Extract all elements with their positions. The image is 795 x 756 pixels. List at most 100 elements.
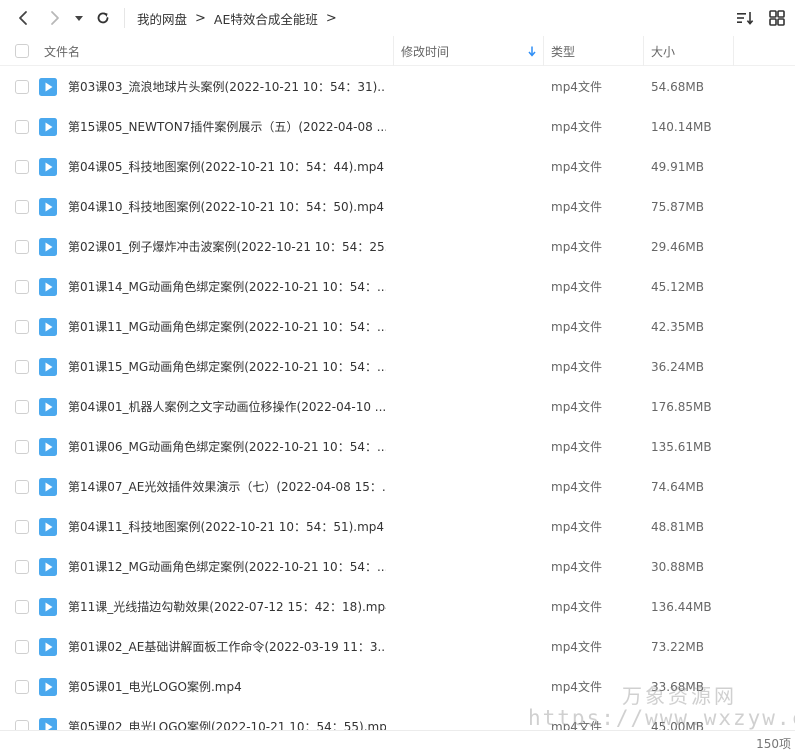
sort-button[interactable] (733, 6, 757, 30)
file-name[interactable]: 第04课10_科技地图案例(2022-10-21 10：54：50).mp4 (68, 187, 386, 227)
file-size: 135.61MB (651, 440, 712, 454)
video-file-icon (39, 78, 57, 96)
file-row[interactable]: 第14课07_AE光效插件效果演示（七）(2022-04-08 15：... mp… (0, 467, 795, 507)
file-name[interactable]: 第04课11_科技地图案例(2022-10-21 10：54：51).mp4 (68, 507, 386, 547)
file-name[interactable]: 第02课01_例子爆炸冲击波案例(2022-10-21 10：54：25... (68, 227, 386, 267)
row-checkbox[interactable] (15, 480, 29, 494)
file-name[interactable]: 第01课14_MG动画角色绑定案例(2022-10-21 10：54：... (68, 267, 386, 307)
file-size: 176.85MB (651, 400, 712, 414)
file-row[interactable]: 第04课01_机器人案例之文字动画位移操作(2022-04-10 ... mp4文… (0, 387, 795, 427)
row-checkbox[interactable] (15, 640, 29, 654)
row-checkbox[interactable] (15, 200, 29, 214)
back-button[interactable] (8, 3, 38, 33)
row-checkbox[interactable] (15, 240, 29, 254)
file-type: mp4文件 (551, 360, 602, 374)
file-type: mp4文件 (551, 560, 602, 574)
file-size: 36.24MB (651, 360, 704, 374)
file-type: mp4文件 (551, 240, 602, 254)
row-checkbox[interactable] (15, 280, 29, 294)
file-name[interactable]: 第01课02_AE基础讲解面板工作命令(2022-03-19 11：3... (68, 627, 386, 667)
file-name[interactable]: 第14课07_AE光效插件效果演示（七）(2022-04-08 15：... (68, 467, 386, 507)
row-checkbox[interactable] (15, 120, 29, 134)
file-row[interactable]: 第04课10_科技地图案例(2022-10-21 10：54：50).mp4 mp… (0, 187, 795, 227)
file-row[interactable]: 第05课01_电光LOGO案例.mp4 mp4文件 33.68MB (0, 667, 795, 707)
row-checkbox[interactable] (15, 80, 29, 94)
column-divider[interactable] (643, 36, 644, 66)
file-row[interactable]: 第02课01_例子爆炸冲击波案例(2022-10-21 10：54：25... m… (0, 227, 795, 267)
file-name[interactable]: 第15课05_NEWTON7插件案例展示（五）(2022-04-08 ... (68, 107, 386, 147)
row-checkbox[interactable] (15, 520, 29, 534)
file-size: 49.91MB (651, 160, 704, 174)
file-size: 30.88MB (651, 560, 704, 574)
file-name[interactable]: 第04课05_科技地图案例(2022-10-21 10：54：44).mp4 (68, 147, 386, 187)
chevron-right-icon (51, 11, 59, 25)
file-name[interactable]: 第01课11_MG动画角色绑定案例(2022-10-21 10：54：... (68, 307, 386, 347)
file-row[interactable]: 第01课11_MG动画角色绑定案例(2022-10-21 10：54：... mp… (0, 307, 795, 347)
file-list: 第03课03_流浪地球片头案例(2022-10-21 10：54：31)....… (0, 67, 795, 747)
refresh-button[interactable] (88, 3, 118, 33)
video-file-icon (39, 158, 57, 176)
row-checkbox[interactable] (15, 320, 29, 334)
breadcrumb-root[interactable]: 我的网盘 (137, 9, 187, 28)
row-checkbox[interactable] (15, 400, 29, 414)
column-divider[interactable] (543, 36, 544, 66)
row-checkbox[interactable] (15, 440, 29, 454)
column-header-modified[interactable]: 修改时间 (401, 36, 449, 66)
file-name[interactable]: 第05课01_电光LOGO案例.mp4 (68, 667, 386, 707)
forward-button[interactable] (40, 3, 70, 33)
file-type: mp4文件 (551, 680, 602, 694)
video-file-icon (39, 278, 57, 296)
file-size: 33.68MB (651, 680, 704, 694)
file-row[interactable]: 第01课12_MG动画角色绑定案例(2022-10-21 10：54：... mp… (0, 547, 795, 587)
video-file-icon (39, 478, 57, 496)
file-row[interactable]: 第04课11_科技地图案例(2022-10-21 10：54：51).mp4 mp… (0, 507, 795, 547)
file-row[interactable]: 第04课05_科技地图案例(2022-10-21 10：54：44).mp4 mp… (0, 147, 795, 187)
file-name[interactable]: 第04课01_机器人案例之文字动画位移操作(2022-04-10 ... (68, 387, 386, 427)
column-header-type[interactable]: 类型 (551, 36, 575, 66)
file-name[interactable]: 第01课12_MG动画角色绑定案例(2022-10-21 10：54：... (68, 547, 386, 587)
grid-view-icon (769, 10, 785, 26)
file-row[interactable]: 第01课15_MG动画角色绑定案例(2022-10-21 10：54：... mp… (0, 347, 795, 387)
file-size: 54.68MB (651, 80, 704, 94)
column-header-size[interactable]: 大小 (651, 36, 675, 66)
video-file-icon (39, 318, 57, 336)
select-all-checkbox-wrap[interactable] (15, 36, 29, 66)
file-type: mp4文件 (551, 400, 602, 414)
file-row[interactable]: 第01课06_MG动画角色绑定案例(2022-10-21 10：54：... mp… (0, 427, 795, 467)
file-row[interactable]: 第15课05_NEWTON7插件案例展示（五）(2022-04-08 ... mp… (0, 107, 795, 147)
item-count: 150项 (756, 737, 791, 751)
video-file-icon (39, 358, 57, 376)
file-type: mp4文件 (551, 120, 602, 134)
file-row[interactable]: 第01课14_MG动画角色绑定案例(2022-10-21 10：54：... mp… (0, 267, 795, 307)
status-bar: 150项 (0, 730, 795, 756)
history-dropdown-button[interactable] (70, 3, 88, 33)
file-size: 42.35MB (651, 320, 704, 334)
video-file-icon (39, 678, 57, 696)
column-header-name[interactable]: 文件名 (44, 36, 80, 66)
file-size: 75.87MB (651, 200, 704, 214)
row-checkbox[interactable] (15, 560, 29, 574)
video-file-icon (39, 438, 57, 456)
select-all-checkbox[interactable] (15, 44, 29, 58)
video-file-icon (39, 598, 57, 616)
file-name[interactable]: 第03课03_流浪地球片头案例(2022-10-21 10：54：31).... (68, 67, 386, 107)
file-row[interactable]: 第11课_光线描边勾勒效果(2022-07-12 15：42：18).mp4 mp… (0, 587, 795, 627)
video-file-icon (39, 638, 57, 656)
file-size: 48.81MB (651, 520, 704, 534)
file-row[interactable]: 第01课02_AE基础讲解面板工作命令(2022-03-19 11：3... mp… (0, 627, 795, 667)
breadcrumb-current-folder[interactable]: AE特效合成全能班 (214, 9, 318, 28)
breadcrumb-separator[interactable]: > (326, 11, 337, 26)
column-divider[interactable] (733, 36, 734, 66)
row-checkbox[interactable] (15, 160, 29, 174)
file-row[interactable]: 第03课03_流浪地球片头案例(2022-10-21 10：54：31)....… (0, 67, 795, 107)
file-name[interactable]: 第01课06_MG动画角色绑定案例(2022-10-21 10：54：... (68, 427, 386, 467)
row-checkbox[interactable] (15, 360, 29, 374)
file-name[interactable]: 第01课15_MG动画角色绑定案例(2022-10-21 10：54：... (68, 347, 386, 387)
grid-view-button[interactable] (765, 6, 789, 30)
row-checkbox[interactable] (15, 680, 29, 694)
file-name[interactable]: 第11课_光线描边勾勒效果(2022-07-12 15：42：18).mp4 (68, 587, 386, 627)
column-divider[interactable] (393, 36, 394, 66)
file-list-header: 文件名 修改时间 类型 大小 (0, 36, 795, 66)
row-checkbox[interactable] (15, 600, 29, 614)
file-size: 74.64MB (651, 480, 704, 494)
